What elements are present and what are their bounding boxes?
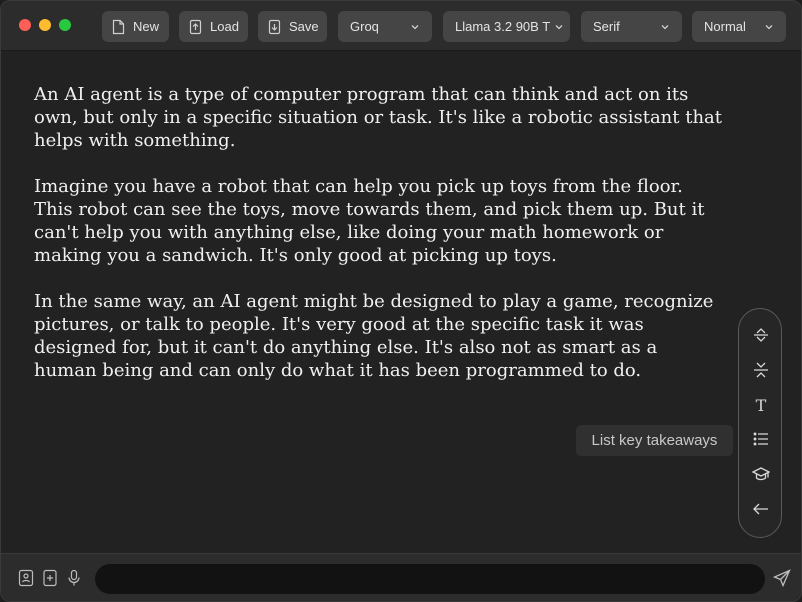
expand-button[interactable] <box>750 324 772 346</box>
list-key-takeaways-button[interactable] <box>750 428 772 450</box>
model-select[interactable]: Llama 3.2 90B T <box>443 11 570 42</box>
upload-icon <box>189 19 202 35</box>
paragraph: Imagine you have a robot that can help y… <box>34 176 705 266</box>
text-button[interactable]: T <box>750 394 772 416</box>
app-window: New Load Save Groq Llama 3.2 90B T Serif… <box>0 0 802 602</box>
expand-icon <box>754 328 768 342</box>
chevron-down-icon <box>765 24 773 29</box>
load-button[interactable]: Load <box>179 11 248 42</box>
response-text: An AI agent is a type of computer progra… <box>34 83 724 405</box>
toolbar: New Load Save Groq Llama 3.2 90B T Serif… <box>1 1 801 51</box>
new-button[interactable]: New <box>102 11 169 42</box>
paragraph: In the same way, an AI agent might be de… <box>34 291 714 381</box>
save-button[interactable]: Save <box>258 11 327 42</box>
input-bar <box>1 553 801 601</box>
download-icon <box>268 19 281 35</box>
zoom-window-button[interactable] <box>59 19 71 31</box>
send-icon[interactable] <box>772 569 791 588</box>
text-icon: T <box>755 395 767 415</box>
chevron-down-icon <box>555 24 563 29</box>
back-arrow-icon <box>753 503 768 515</box>
graduation-cap-icon <box>752 467 770 481</box>
size-select[interactable]: Normal <box>692 11 786 42</box>
provider-select[interactable]: Groq <box>338 11 432 42</box>
contact-card-icon[interactable] <box>18 569 34 587</box>
explain-button[interactable] <box>750 463 772 485</box>
chevron-down-icon <box>411 24 419 29</box>
chevron-down-icon <box>661 24 669 29</box>
close-window-button[interactable] <box>19 19 31 31</box>
font-value: Serif <box>593 19 620 34</box>
back-button[interactable] <box>750 498 772 520</box>
new-document-icon <box>112 19 125 35</box>
minimize-window-button[interactable] <box>39 19 51 31</box>
provider-value: Groq <box>350 19 379 34</box>
model-value: Llama 3.2 90B T <box>455 19 550 34</box>
microphone-icon[interactable] <box>66 569 82 587</box>
tooltip: List key takeaways <box>576 425 733 456</box>
save-button-label: Save <box>289 19 319 34</box>
list-icon <box>753 432 768 446</box>
collapse-button[interactable] <box>750 359 772 381</box>
collapse-icon <box>754 362 768 378</box>
paragraph: An AI agent is a type of computer progra… <box>34 84 723 151</box>
new-button-label: New <box>133 19 160 34</box>
size-value: Normal <box>704 19 746 34</box>
tool-panel: T <box>738 308 782 538</box>
load-button-label: Load <box>210 19 239 34</box>
add-file-icon[interactable] <box>42 569 58 587</box>
font-select[interactable]: Serif <box>581 11 682 42</box>
prompt-input[interactable] <box>95 564 765 594</box>
